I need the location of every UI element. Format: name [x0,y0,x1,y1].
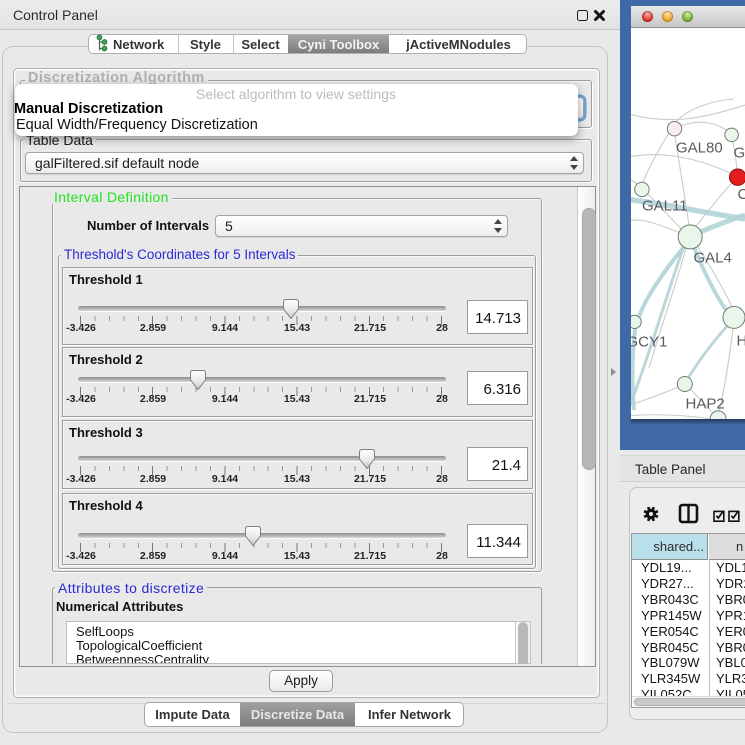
svg-text:H: H [737,333,745,350]
svg-text:GAL80: GAL80 [676,140,723,157]
svg-text:GA: GA [734,145,745,162]
svg-text:HAP2: HAP2 [686,396,725,413]
svg-text:GAL11: GAL11 [642,198,688,215]
svg-text:GAL4: GAL4 [694,250,732,267]
svg-text:C: C [738,186,745,203]
svg-text:GCY1: GCY1 [631,334,667,351]
